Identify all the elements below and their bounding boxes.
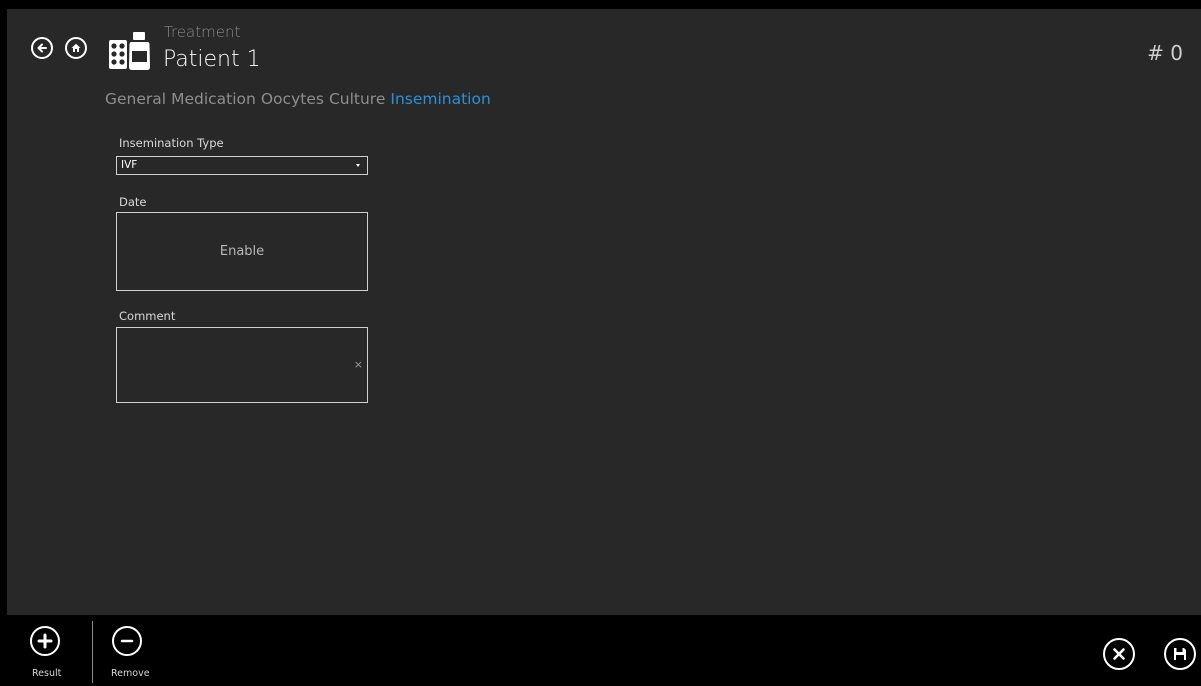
chevron-down-icon: [356, 164, 360, 167]
comment-label: Comment: [119, 309, 176, 323]
date-label: Date: [119, 195, 147, 209]
tab-medication[interactable]: Medication: [171, 90, 256, 108]
bar-divider: [92, 621, 93, 683]
insemination-type-label: Insemination Type: [119, 136, 224, 150]
bottom-app-bar: [0, 615, 1201, 686]
plus-circle-icon: [37, 633, 53, 649]
back-button[interactable]: [31, 37, 53, 59]
remove-label: Remove: [111, 668, 150, 679]
save-icon: [1174, 648, 1186, 660]
insemination-type-value: IVF: [121, 159, 138, 171]
date-enable-label: Enable: [219, 244, 265, 259]
date-enable-button[interactable]: Enable: [116, 212, 368, 291]
tab-insemination[interactable]: Insemination: [390, 90, 490, 108]
tab-oocytes[interactable]: Oocytes: [261, 90, 324, 108]
app-window: Treatment Patient 1 # 0 General Medicati…: [7, 9, 1201, 615]
minus-circle-icon: [120, 639, 134, 643]
medication-pills-bottle-icon: [109, 32, 150, 70]
tab-culture[interactable]: Culture: [329, 90, 385, 108]
close-circle-icon: [1113, 648, 1125, 660]
comment-field[interactable]: ×: [116, 327, 368, 403]
cancel-button[interactable]: [1103, 638, 1135, 670]
insemination-type-select[interactable]: IVF: [116, 156, 368, 175]
remove-button[interactable]: [112, 626, 142, 656]
add-result-button[interactable]: [30, 626, 60, 656]
record-counter: # 0: [1147, 41, 1183, 65]
clear-icon[interactable]: ×: [354, 358, 363, 371]
tab-bar: General Medication Oocytes Culture Insem…: [105, 90, 496, 108]
save-button[interactable]: [1164, 638, 1196, 670]
back-arrow-icon: [37, 43, 47, 53]
home-button[interactable]: [65, 37, 87, 59]
page-subtitle: Treatment: [164, 23, 241, 41]
tab-general[interactable]: General: [105, 90, 166, 108]
home-icon: [71, 43, 81, 52]
result-label: Result: [32, 668, 62, 679]
page-title: Patient 1: [163, 47, 261, 72]
